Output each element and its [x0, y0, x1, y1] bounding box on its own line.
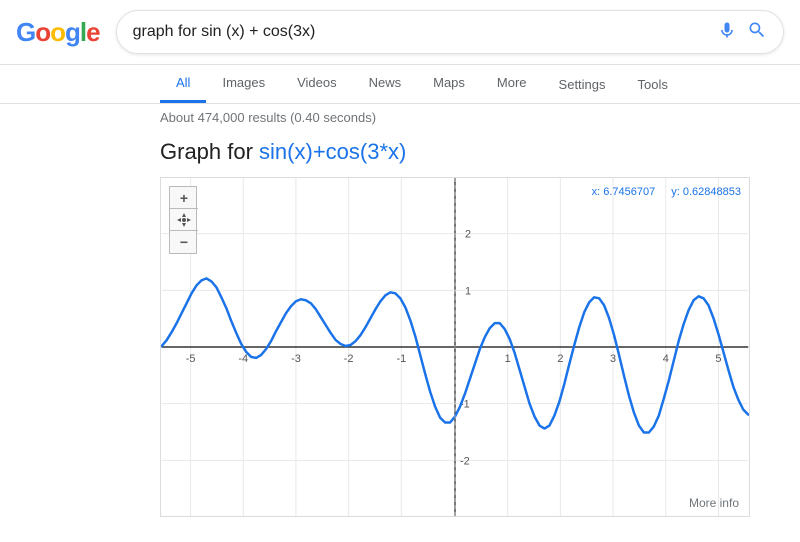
svg-text:4: 4 — [663, 353, 669, 365]
nav-tabs: All Images Videos News Maps More Setting… — [0, 65, 800, 104]
svg-text:-2: -2 — [460, 455, 470, 467]
svg-text:-4: -4 — [238, 353, 248, 365]
zoom-out-button[interactable]: − — [170, 231, 198, 253]
svg-text:3: 3 — [610, 353, 616, 365]
heading-prefix: Graph for — [160, 139, 259, 164]
svg-text:5: 5 — [715, 353, 721, 365]
svg-text:-3: -3 — [291, 353, 301, 365]
tab-maps[interactable]: Maps — [417, 65, 481, 103]
search-input[interactable] — [133, 23, 707, 41]
header: Google — [0, 0, 800, 65]
main-content: Graph for sin(x)+cos(3*x) + − x: 6.74567… — [0, 131, 800, 525]
svg-text:2: 2 — [465, 229, 471, 241]
x-coord: x: 6.7456707 — [592, 186, 656, 198]
zoom-in-button[interactable]: + — [170, 187, 198, 209]
tab-images[interactable]: Images — [206, 65, 281, 103]
svg-text:2: 2 — [557, 353, 563, 365]
y-coord: y: 0.62848853 — [671, 186, 741, 198]
tab-news[interactable]: News — [353, 65, 418, 103]
tab-tools[interactable]: Tools — [622, 67, 684, 102]
results-info: About 474,000 results (0.40 seconds) — [0, 104, 800, 131]
search-icon[interactable] — [747, 20, 767, 45]
svg-text:1: 1 — [505, 353, 511, 365]
search-bar[interactable] — [116, 10, 784, 54]
tab-more[interactable]: More — [481, 65, 543, 103]
svg-text:-1: -1 — [396, 353, 406, 365]
tab-all[interactable]: All — [160, 65, 206, 103]
formula-link[interactable]: sin(x)+cos(3*x) — [259, 139, 406, 164]
coords-display: x: 6.7456707 y: 0.62848853 — [592, 186, 741, 198]
zoom-controls: + − — [169, 186, 197, 254]
graph-container[interactable]: + − x: 6.7456707 y: 0.62848853 — [160, 177, 750, 517]
svg-text:1: 1 — [465, 285, 471, 297]
tab-settings[interactable]: Settings — [543, 67, 622, 102]
mic-icon[interactable] — [717, 20, 737, 45]
google-logo: Google — [16, 17, 100, 48]
svg-text:-5: -5 — [186, 353, 196, 365]
pan-control[interactable] — [170, 209, 198, 231]
svg-text:-2: -2 — [344, 353, 354, 365]
tab-videos[interactable]: Videos — [281, 65, 353, 103]
right-tabs: Settings Tools — [543, 67, 684, 102]
result-heading: Graph for sin(x)+cos(3*x) — [160, 139, 640, 165]
graph-svg[interactable]: -1 -2 -3 -4 -5 1 2 3 4 5 1 2 -1 -2 — [161, 178, 749, 516]
more-info-link[interactable]: More info — [689, 496, 739, 510]
